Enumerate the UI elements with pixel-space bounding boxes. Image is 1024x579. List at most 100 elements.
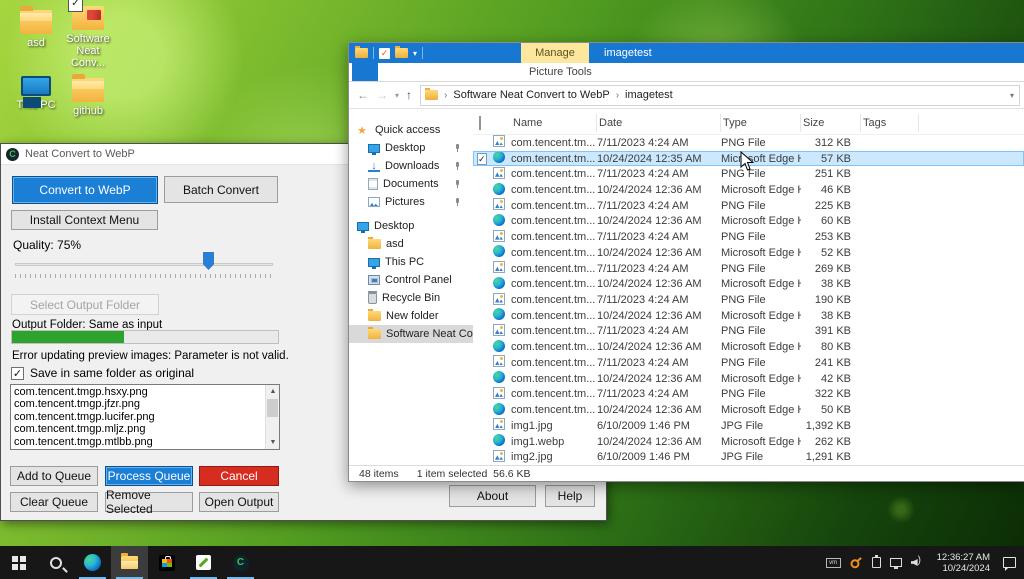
taskbar-explorer-button[interactable]: [111, 546, 148, 579]
taskbar-search-button[interactable]: [37, 546, 74, 579]
select-all-checkbox[interactable]: [479, 116, 481, 130]
queue-item[interactable]: com.tencent.tmgp.mljz.png: [14, 423, 276, 435]
select-output-folder-button[interactable]: Select Output Folder: [11, 294, 159, 315]
taskbar-edge-button[interactable]: [74, 546, 111, 579]
explorer-titlebar[interactable]: ✓ ▾ Manage imagetest: [349, 43, 1024, 63]
table-row[interactable]: com.tencent.tm...10/24/2024 12:36 AMMicr…: [473, 182, 1024, 198]
queue-item[interactable]: com.tencent.tmgp.mtlbb.png: [14, 436, 276, 448]
table-row[interactable]: img1.jpg6/10/2009 1:46 PMJPG File1,392 K…: [473, 418, 1024, 434]
queue-scrollbar[interactable]: ▲ ▼: [265, 385, 279, 449]
table-row[interactable]: img1.webp10/24/2024 12:36 AMMicrosoft Ed…: [473, 434, 1024, 450]
sidebar-item-desktop[interactable]: Desktop: [349, 139, 473, 157]
row-checkbox-cell[interactable]: ✓: [473, 153, 493, 165]
sidebar-item-asd[interactable]: asd: [349, 235, 473, 253]
table-row[interactable]: com.tencent.tm...7/11/2023 4:24 AMPNG Fi…: [473, 229, 1024, 245]
quality-slider-track[interactable]: [15, 263, 273, 266]
scroll-thumb[interactable]: [267, 399, 278, 417]
sidebar-item-new-folder[interactable]: New folder: [349, 307, 473, 325]
table-row[interactable]: com.tencent.tm...7/11/2023 4:24 AMPNG Fi…: [473, 324, 1024, 340]
add-to-queue-button[interactable]: Add to Queue: [10, 466, 98, 486]
table-row[interactable]: com.tencent.tm...10/24/2024 12:36 AMMicr…: [473, 308, 1024, 324]
table-row[interactable]: com.tencent.tm...7/11/2023 4:24 AMPNG Fi…: [473, 261, 1024, 277]
tab-share[interactable]: [404, 63, 430, 81]
row-checkbox[interactable]: ✓: [477, 153, 487, 165]
manage-ribbon-tab[interactable]: Manage: [521, 43, 589, 63]
column-header-date[interactable]: Date: [597, 114, 721, 132]
back-icon[interactable]: ←: [357, 88, 369, 102]
table-row[interactable]: com.tencent.tm...10/24/2024 12:36 AMMicr…: [473, 402, 1024, 418]
desktop-icon-software-neat-conv-[interactable]: Software Neat Conv...: [60, 6, 116, 69]
taskbar-neat-convert-button[interactable]: C: [222, 546, 259, 579]
select-all-cell[interactable]: [473, 114, 493, 132]
convert-to-webp-button[interactable]: Convert to WebP: [12, 176, 158, 204]
tab-home[interactable]: [378, 63, 404, 81]
table-row[interactable]: com.tencent.tm...7/11/2023 4:24 AMPNG Fi…: [473, 387, 1024, 403]
history-chevron-icon[interactable]: ▾: [395, 91, 399, 100]
cancel-button[interactable]: Cancel: [199, 466, 279, 486]
table-row[interactable]: com.tencent.tm...7/11/2023 4:24 AMPNG Fi…: [473, 198, 1024, 214]
action-center-icon[interactable]: [1003, 557, 1016, 568]
process-queue-button[interactable]: Process Queue: [105, 466, 193, 486]
new-folder-icon[interactable]: [395, 48, 408, 58]
usb-tray-icon[interactable]: [872, 557, 881, 568]
tab-view[interactable]: [430, 63, 456, 81]
table-row[interactable]: com.tencent.tm...7/11/2023 4:24 AMPNG Fi…: [473, 355, 1024, 371]
sidebar-item-downloads[interactable]: ↓Downloads: [349, 157, 473, 175]
vm-tray-icon[interactable]: vm: [826, 558, 841, 568]
breadcrumb-parent[interactable]: Software Neat Convert to WebP: [453, 89, 609, 101]
qat-chevron-down-icon[interactable]: ▾: [413, 49, 417, 58]
properties-icon[interactable]: ✓: [379, 48, 390, 59]
sidebar-item-pictures[interactable]: Pictures: [349, 193, 473, 211]
batch-convert-button[interactable]: Batch Convert: [164, 176, 278, 203]
install-context-menu-button[interactable]: Install Context Menu: [11, 210, 158, 230]
address-bar[interactable]: › Software Neat Convert to WebP › imaget…: [420, 85, 1020, 106]
quality-slider-thumb[interactable]: [203, 252, 214, 270]
table-row[interactable]: com.tencent.tm...7/11/2023 4:24 AMPNG Fi…: [473, 292, 1024, 308]
queue-item[interactable]: com.tencent.tmgp.hsxy.png: [14, 386, 276, 398]
sidebar-item-desktop[interactable]: Desktop: [349, 217, 473, 235]
table-row[interactable]: com.tencent.tm...10/24/2024 12:36 AMMicr…: [473, 276, 1024, 292]
column-header-type[interactable]: Type: [721, 114, 801, 132]
network-tray-icon[interactable]: [890, 558, 902, 567]
queue-item[interactable]: com.tencent.tmgp.lucifer.png: [14, 411, 276, 423]
forward-icon[interactable]: →: [376, 88, 388, 102]
sidebar-item-recycle-bin[interactable]: Recycle Bin: [349, 289, 473, 307]
column-header-size[interactable]: Size: [801, 114, 861, 132]
queue-item[interactable]: com.tencent.tmgp.jfzr.png: [14, 398, 276, 410]
save-same-folder-checkbox[interactable]: ✓: [11, 367, 24, 380]
help-button[interactable]: Help: [545, 485, 595, 507]
scroll-down-arrow[interactable]: ▼: [266, 436, 280, 449]
desktop-icon-this-pc[interactable]: This PC: [8, 76, 64, 111]
save-same-folder-row[interactable]: ✓ Save in same folder as original: [11, 366, 194, 380]
table-row[interactable]: com.tencent.tm...7/11/2023 4:24 AMPNG Fi…: [473, 135, 1024, 151]
table-row[interactable]: com.tencent.tm...10/24/2024 12:36 AMMicr…: [473, 339, 1024, 355]
scroll-up-arrow[interactable]: ▲: [266, 385, 280, 398]
table-row[interactable]: com.tencent.tm...10/24/2024 12:36 AMMicr…: [473, 245, 1024, 261]
taskbar-photos-button[interactable]: [185, 546, 222, 579]
address-chevron-down-icon[interactable]: ▾: [1010, 91, 1014, 100]
column-header-name[interactable]: Name: [511, 114, 597, 132]
table-row[interactable]: img2.jpg6/10/2009 1:46 PMJPG File1,291 K…: [473, 449, 1024, 465]
sidebar-item-this-pc[interactable]: This PC: [349, 253, 473, 271]
sidebar-item-control-panel[interactable]: Control Panel: [349, 271, 473, 289]
volume-tray-icon[interactable]: [911, 557, 924, 568]
key-tray-icon[interactable]: [847, 553, 865, 571]
open-output-button[interactable]: Open Output: [199, 492, 279, 512]
taskbar-start-button[interactable]: [0, 546, 37, 579]
taskbar-clock[interactable]: 12:36:27 AM 10/24/2024: [933, 552, 994, 574]
tab-picture-tools[interactable]: Picture Tools: [521, 63, 600, 82]
table-row[interactable]: com.tencent.tm...10/24/2024 12:36 AMMicr…: [473, 214, 1024, 230]
taskbar-store-button[interactable]: [148, 546, 185, 579]
breadcrumb-current[interactable]: imagetest: [625, 89, 673, 101]
table-row[interactable]: com.tencent.tm...10/24/2024 12:36 AMMicr…: [473, 371, 1024, 387]
about-button[interactable]: About: [449, 485, 536, 507]
clear-queue-button[interactable]: Clear Queue: [10, 492, 98, 512]
tab-file[interactable]: [352, 63, 378, 81]
sidebar-item-quick-access[interactable]: ★Quick access: [349, 121, 473, 139]
desktop-icon-github[interactable]: github: [60, 78, 116, 117]
remove-selected-button[interactable]: Remove Selected: [105, 492, 193, 512]
sidebar-item-documents[interactable]: Documents: [349, 175, 473, 193]
queue-listbox[interactable]: com.tencent.tmgp.hsxy.pngcom.tencent.tmg…: [10, 384, 280, 450]
desktop-icon-asd[interactable]: asd: [8, 10, 64, 49]
up-icon[interactable]: ↑: [406, 88, 412, 102]
